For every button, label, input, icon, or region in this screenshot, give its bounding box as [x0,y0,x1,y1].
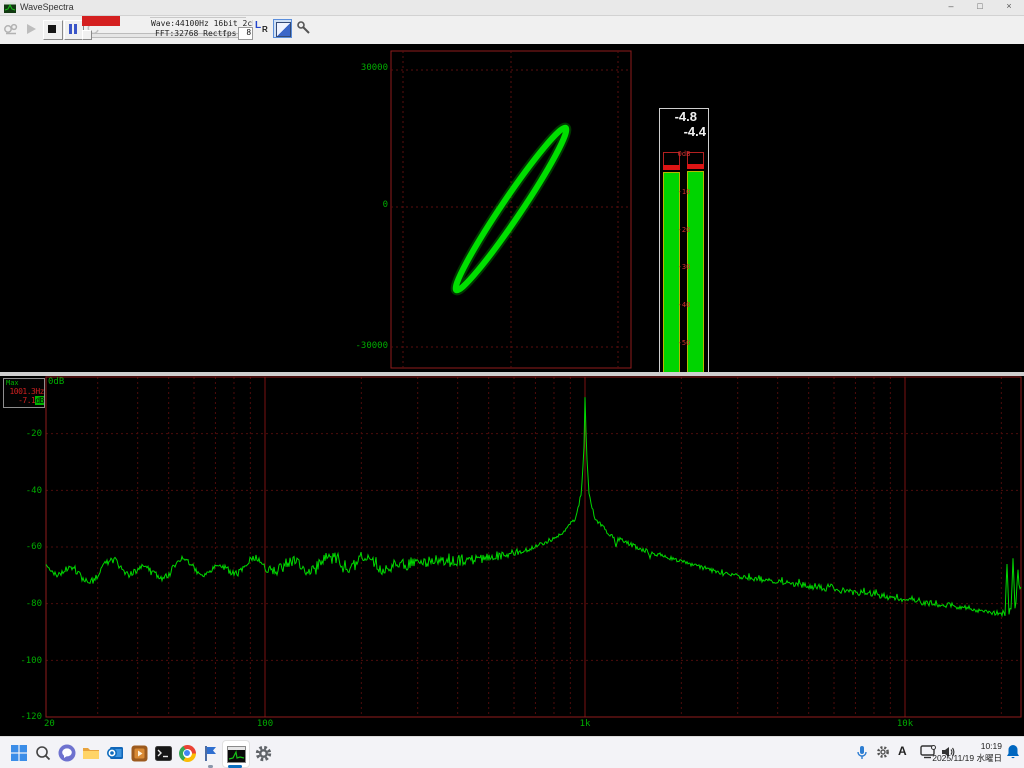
minimize-button[interactable]: – [940,1,962,13]
level-meter: -4.8 -4.4 0dB -10 -20 -30 -40 -50 -60 L … [659,108,709,399]
outlook-button[interactable] [102,740,128,766]
max-frequency: 1001.3Hz [4,387,44,396]
max-level: -7.1dB [4,396,44,405]
x-tick: 100 [251,719,279,729]
x-tick: 1k [571,719,599,729]
toolbar: Wave:44100Hz 16bit 2ch FFT:32768 Rect. f… [0,16,1024,45]
seek-groove [150,17,246,18]
chrome-icon [179,745,196,762]
pinned-app-button[interactable] [198,740,224,766]
spectrum-mode-button[interactable] [273,19,292,38]
settings-wrench-button[interactable] [295,19,313,37]
max-level-value: -7.1 [18,396,35,405]
peak-hold-right [687,164,704,169]
record-icon [2,20,20,38]
wavespectra-taskbar-button[interactable] [222,740,250,768]
terminal-icon [155,746,172,761]
position-indicator [82,16,120,26]
y-tick: -60 [8,542,42,552]
peak-info-box: Max 1001.3Hz -7.1dB [3,378,45,408]
stop-button[interactable] [43,20,63,40]
mic-status-icon[interactable] [856,745,868,765]
y-tick: -20 [8,429,42,439]
peak-readout-left: -4.8 [675,110,697,124]
file-explorer-button[interactable] [78,740,104,766]
lissajous-scope [380,44,640,372]
terminal-button[interactable] [150,740,176,766]
stop-icon [48,25,56,33]
wrench-icon [295,19,313,37]
x-tick: 20 [44,719,55,729]
titlebar: WaveSpectra – □ × [0,0,1024,16]
meter-bar-right [687,171,704,384]
max-label: Max [4,379,44,387]
outlook-icon [106,744,124,762]
app-icon [4,2,16,13]
clock[interactable]: 10:19 2025/11/19 水曜日 [932,740,1002,764]
chat-button[interactable] [54,740,80,766]
search-icon [35,745,51,761]
media-app-button[interactable] [126,740,152,766]
lr-r-glyph: R [262,25,268,34]
settings-button[interactable] [250,740,276,766]
tray-gear-icon[interactable] [876,745,890,764]
notification-bell-icon[interactable] [1006,744,1020,765]
close-button[interactable]: × [998,1,1020,13]
clock-time: 10:19 [932,740,1002,752]
x-tick: 10k [891,719,919,729]
spectrum-trace [46,397,1021,616]
ime-indicator[interactable]: A [898,744,907,758]
flag-app-icon [203,745,219,762]
meter-scale-tick: -20 [668,226,700,234]
window-title: WaveSpectra [20,2,74,12]
windows-start-icon [11,745,27,761]
spectrum-chart [0,376,1024,736]
meter-scale-tick: -40 [668,301,700,309]
meter-scale-tick: 0dB [668,150,700,158]
wavespectra-app-icon [227,746,246,763]
pause-button[interactable] [64,20,84,40]
maximize-button[interactable]: □ [969,1,991,13]
gear-icon [255,745,272,762]
y-tick: -80 [8,599,42,609]
meter-bar-left [663,172,680,384]
meter-scale-tick: -50 [668,339,700,347]
peak-hold-left [663,165,680,170]
play-icon [22,20,40,38]
record-button[interactable] [2,20,20,38]
fft-info: FFT:32768 Rect. [155,29,227,38]
spectrum-panel: Max 1001.3Hz -7.1dB 0dB -20 -40 -60 -80 … [0,376,1024,736]
peak-readout-right: -4.4 [684,125,706,139]
spectrum-mode-icon [276,22,291,37]
y-tick-0db: 0dB [48,377,64,387]
lissajous-frame [391,51,631,368]
meter-scale-tick: -10 [668,188,700,196]
meter-scale-tick: -30 [668,263,700,271]
play-button[interactable] [22,20,40,38]
screen: WaveSpectra – □ × [0,0,1024,768]
y-tick: -100 [8,656,42,666]
lissajous-trace [448,122,574,295]
lr-display-button[interactable]: L R [253,19,271,37]
lissajous-grid [391,51,631,368]
media-app-icon [131,745,148,762]
y-tick: -120 [8,712,42,722]
chat-icon [58,744,76,762]
max-level-unit: dB [35,396,44,405]
search-button[interactable] [30,740,56,766]
folder-icon [82,745,100,761]
start-button[interactable] [6,740,32,766]
seek-thumb[interactable] [82,30,92,40]
fps-field[interactable]: 8 [238,27,253,40]
taskbar: A 10:19 2025/11/19 水曜日 [0,736,1024,768]
lr-l-glyph: L [255,20,261,31]
chrome-button[interactable] [174,740,200,766]
clock-date: 2025/11/19 水曜日 [932,752,1002,764]
y-tick: -40 [8,486,42,496]
pause-icon [69,24,72,34]
scope-panel: 30000 0 -30000 -4.8 -4.4 [0,44,1024,372]
